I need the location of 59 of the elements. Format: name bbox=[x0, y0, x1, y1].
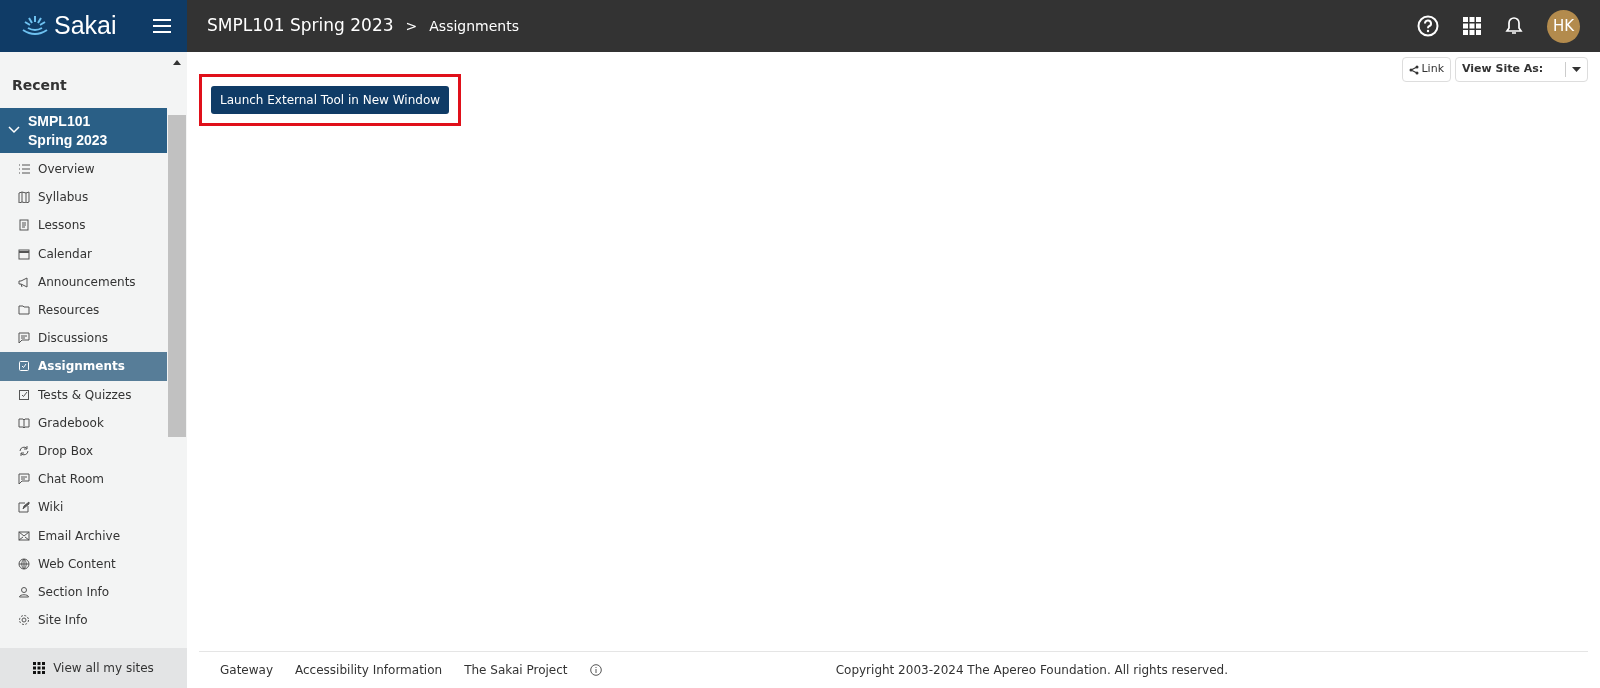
sidebar-item[interactable]: Web Content bbox=[0, 549, 167, 578]
calendar-icon bbox=[18, 247, 30, 260]
grid-icon bbox=[33, 662, 46, 674]
gear-icon bbox=[18, 614, 30, 627]
checkbox-icon bbox=[18, 388, 30, 401]
info-icon[interactable] bbox=[589, 664, 602, 676]
envelope-icon bbox=[18, 529, 30, 542]
launch-external-tool-button[interactable]: Launch External Tool in New Window bbox=[211, 86, 450, 114]
checkbox-icon bbox=[18, 360, 30, 373]
scroll-up-arrow-icon[interactable] bbox=[173, 60, 181, 65]
sidebar-item[interactable]: Site Info bbox=[0, 606, 167, 635]
sidebar-item[interactable]: Tests & Quizzes bbox=[0, 380, 167, 409]
footer-link[interactable]: The Sakai Project bbox=[464, 661, 568, 679]
sidebar-item[interactable]: Syllabus bbox=[0, 183, 167, 212]
sidebar-item[interactable]: Gradebook bbox=[0, 408, 167, 437]
tool-title: Assignments bbox=[429, 16, 520, 36]
list-icon bbox=[18, 163, 30, 176]
logo-text: Sakai bbox=[54, 10, 117, 42]
link-button[interactable]: Link bbox=[1402, 57, 1451, 82]
folder-icon bbox=[18, 304, 30, 317]
sidebar-item[interactable]: Overview bbox=[0, 155, 167, 184]
copyright-text: Copyright 2003-2024 The Apereo Foundation. All rights reserved. bbox=[835, 662, 1228, 679]
menu-icon[interactable] bbox=[153, 18, 171, 34]
sidebar-item[interactable]: Announcements bbox=[0, 267, 167, 296]
section-heading: Recent bbox=[11, 76, 68, 95]
globe-icon bbox=[18, 557, 30, 570]
water-ripple-logo-icon bbox=[20, 14, 50, 38]
help-icon[interactable] bbox=[1417, 15, 1439, 37]
view-all-sites-button[interactable]: View all my sites bbox=[0, 648, 187, 688]
footer-link[interactable]: Accessibility Information bbox=[295, 661, 443, 679]
bell-icon[interactable] bbox=[1505, 16, 1523, 36]
person-icon bbox=[18, 585, 30, 598]
speech-bubble-icon bbox=[18, 332, 30, 345]
grid-icon[interactable] bbox=[1463, 17, 1481, 35]
sidebar-item[interactable]: Lessons bbox=[0, 211, 167, 240]
sidebar-item[interactable]: Chat Room bbox=[0, 465, 167, 494]
sidebar-item[interactable]: Drop Box bbox=[0, 436, 167, 466]
breadcrumb-separator: > bbox=[405, 16, 418, 36]
sidebar-item[interactable]: Wiki bbox=[0, 493, 167, 522]
circular-arrows-icon bbox=[18, 444, 30, 457]
sidebar-item[interactable]: Assignments bbox=[0, 352, 167, 381]
sidebar-item[interactable]: Calendar bbox=[0, 239, 167, 268]
book-icon bbox=[18, 416, 30, 429]
sidebar-item[interactable]: Email Archive bbox=[0, 521, 167, 550]
sidebar-item[interactable]: Resources bbox=[0, 295, 167, 325]
sidebar-item[interactable]: Section Info bbox=[0, 577, 167, 606]
document-icon bbox=[18, 219, 30, 232]
share-icon bbox=[1409, 64, 1420, 75]
site-title[interactable]: SMPL101 Spring 2023 bbox=[207, 13, 394, 39]
footer-link[interactable]: Gateway bbox=[220, 661, 273, 679]
sidebar-item[interactable]: Discussions bbox=[0, 324, 167, 353]
speech-bubble-icon bbox=[18, 473, 30, 486]
map-icon bbox=[18, 191, 30, 204]
caret-icon bbox=[1572, 67, 1581, 72]
pencil-icon bbox=[18, 501, 30, 514]
megaphone-icon bbox=[18, 275, 30, 288]
site-header[interactable]: SMPL101 Spring 2023 bbox=[0, 108, 167, 153]
view-site-as-dropdown[interactable]: View Site As: bbox=[1455, 57, 1588, 82]
scrollbar-thumb[interactable] bbox=[168, 115, 186, 437]
